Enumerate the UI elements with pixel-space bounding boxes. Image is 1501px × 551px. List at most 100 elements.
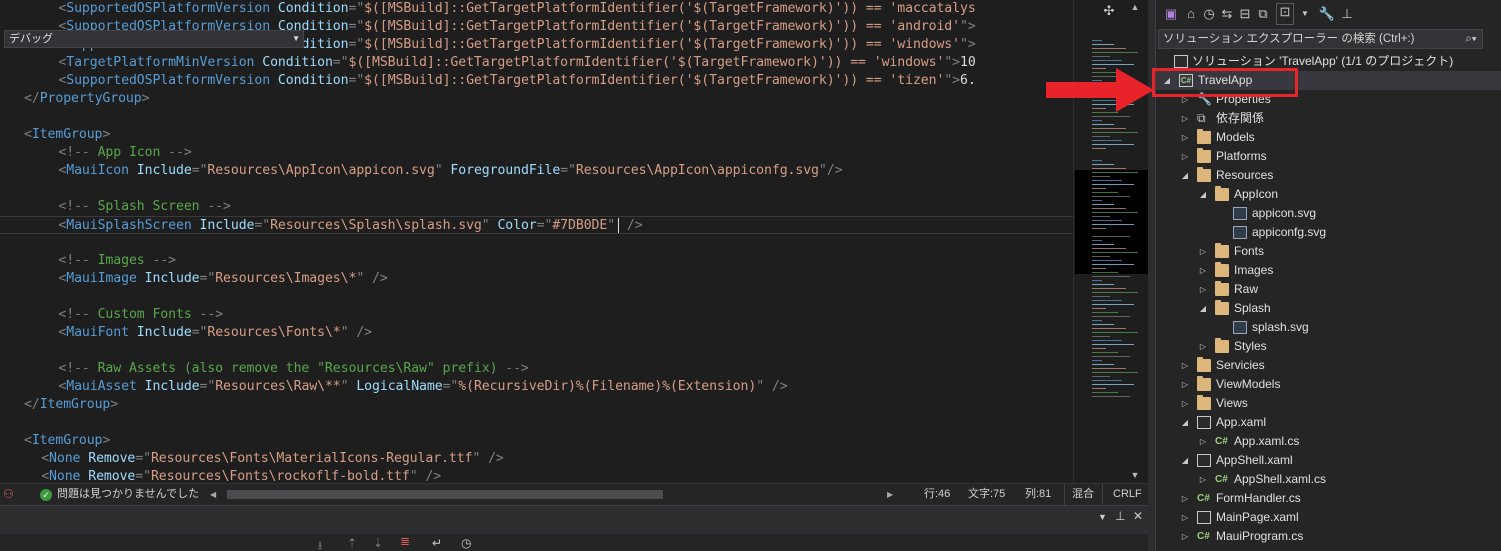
code-line[interactable]: <MauiSplashScreen Include="Resources\Spl… [0,216,1073,234]
tree-item[interactable]: ▷ Styles [1156,337,1501,356]
hscroll-left-icon[interactable]: ◀ [210,484,216,506]
search-icon[interactable]: ⌕▾ [1461,30,1481,48]
expanded-chevron-icon[interactable]: ◢ [1180,166,1190,185]
collapsed-chevron-icon[interactable]: ▷ [1198,337,1208,356]
code-line[interactable]: <MauiImage Include="Resources\Images\*" … [0,270,387,288]
switch-views-icon[interactable]: ▣ [1162,6,1180,22]
code-line[interactable]: <TargetPlatformMinVersion Condition="$([… [0,54,975,72]
tree-item[interactable]: ◢ App.xaml [1156,413,1501,432]
intellicode-icon[interactable]: ⚇ [3,484,14,506]
horizontal-scrollbar[interactable] [227,490,663,499]
find-message-icon[interactable]: ⭳ [318,536,322,551]
line-indicator[interactable]: 行:46 [924,484,950,506]
tree-item[interactable]: appicon.svg [1156,204,1501,223]
code-line[interactable]: <MauiIcon Include="Resources\AppIcon\app… [0,162,842,180]
pin-icon[interactable]: ⊥ [1115,509,1125,523]
split-editor-icon[interactable]: ✣ [1098,3,1120,19]
code-line[interactable]: <None Remove="Resources\Fonts\rockoflf-b… [0,468,441,483]
tree-item[interactable]: ▷ Raw [1156,280,1501,299]
preview-icon[interactable]: ⊡ [1276,3,1294,25]
home-icon[interactable]: ⌂ [1182,6,1200,22]
minimap-viewport[interactable] [1075,170,1148,274]
tree-item[interactable]: splash.svg [1156,318,1501,337]
collapsed-chevron-icon[interactable]: ▷ [1198,432,1208,451]
tree-item[interactable]: ▷ Fonts [1156,242,1501,261]
code-line[interactable]: </PropertyGroup> [0,90,150,108]
tree-item[interactable]: ▷ ViewModels [1156,375,1501,394]
code-line[interactable]: <MauiFont Include="Resources\Fonts\*" /> [0,324,372,342]
clear-all-icon[interactable]: ≣ [400,534,410,548]
word-wrap-icon[interactable]: ↵ [432,536,442,550]
tree-item[interactable]: ▷ C# FormHandler.cs [1156,489,1501,508]
code-line[interactable] [0,342,24,360]
pin-icon[interactable]: ⊥ [1338,6,1356,22]
collapsed-chevron-icon[interactable]: ▷ [1180,489,1190,508]
code-line[interactable] [0,414,24,432]
collapsed-chevron-icon[interactable]: ▷ [1180,375,1190,394]
column-indicator[interactable]: 列:81 [1025,484,1051,506]
code-line[interactable]: <ItemGroup> [0,432,110,450]
tree-item[interactable]: ▷ Platforms [1156,147,1501,166]
tree-item[interactable]: ▷ C# AppShell.xaml.cs [1156,470,1501,489]
tree-item[interactable]: ◢ Resources [1156,166,1501,185]
code-line[interactable]: <!-- App Icon --> [0,144,191,162]
collapsed-chevron-icon[interactable]: ▷ [1198,470,1208,489]
collapsed-chevron-icon[interactable]: ▷ [1180,394,1190,413]
collapsed-chevron-icon[interactable]: ▷ [1180,109,1190,128]
collapsed-chevron-icon[interactable]: ▷ [1180,356,1190,375]
code-line[interactable] [0,288,24,306]
collapsed-chevron-icon[interactable]: ▷ [1198,280,1208,299]
scroll-up-arrow-icon[interactable]: ▲ [1122,2,1148,22]
tree-item[interactable]: ▷ ⧉ 依存関係 [1156,109,1501,128]
tree-item[interactable]: ◢ AppIcon [1156,185,1501,204]
output-source-select[interactable]: デバッグ ▼ [4,30,304,48]
tree-item[interactable]: ▷ Servicies [1156,356,1501,375]
tree-item[interactable]: ◢ AppShell.xaml [1156,451,1501,470]
sync-icon[interactable]: ⇆ [1218,6,1236,22]
next-message-icon[interactable]: ⇣ [373,536,383,550]
expanded-chevron-icon[interactable]: ◢ [1198,185,1208,204]
code-line[interactable] [0,180,24,198]
tree-item[interactable]: appiconfg.svg [1156,223,1501,242]
collapse-all-icon[interactable]: ⊟ [1236,6,1254,22]
code-line[interactable]: <MauiAsset Include="Resources\Raw\**" Lo… [0,378,787,396]
tree-item[interactable]: ▷ Views [1156,394,1501,413]
collapsed-chevron-icon[interactable]: ▷ [1180,128,1190,147]
code-line[interactable]: <ItemGroup> [0,126,110,144]
expanded-chevron-icon[interactable]: ◢ [1180,451,1190,470]
code-line[interactable]: <!-- Custom Fonts --> [0,306,223,324]
history-icon[interactable]: ◷ [1200,6,1218,22]
code-editor[interactable]: <SupportedOSPlatformVersion Condition="$… [0,0,1073,483]
collapsed-chevron-icon[interactable]: ▷ [1198,242,1208,261]
code-line[interactable]: <None Remove="Resources\Fonts\MaterialIc… [0,450,504,468]
show-all-files-icon[interactable]: ⧉ [1254,6,1272,22]
code-line[interactable] [0,108,24,126]
code-line[interactable] [0,234,24,252]
close-icon[interactable]: ✕ [1133,509,1143,523]
whitespace-mode[interactable]: 混合 [1072,484,1094,506]
toolbar-dropdown-icon[interactable]: ▼ [1296,6,1314,22]
tree-item[interactable]: ▷ Images [1156,261,1501,280]
hscroll-right-icon[interactable]: ▶ [887,484,893,506]
properties-wrench-icon[interactable]: 🔧 [1318,6,1336,22]
code-line[interactable]: <!-- Raw Assets (also remove the "Resour… [0,360,528,378]
panel-dropdown-icon[interactable]: ▼ [1098,512,1107,522]
expanded-chevron-icon[interactable]: ◢ [1198,299,1208,318]
tree-item[interactable]: ▷ Models [1156,128,1501,147]
expanded-chevron-icon[interactable]: ◢ [1180,413,1190,432]
collapsed-chevron-icon[interactable]: ▷ [1180,147,1190,166]
tree-item[interactable]: ▷ C# App.xaml.cs [1156,432,1501,451]
collapsed-chevron-icon[interactable]: ▷ [1180,508,1190,527]
code-line[interactable]: <SupportedOSPlatformVersion Condition="$… [0,0,975,18]
code-line[interactable]: <SupportedOSPlatformVersion Condition="$… [0,72,975,90]
code-line[interactable]: </ItemGroup> [0,396,118,414]
prev-message-icon[interactable]: ⇡ [347,536,357,550]
code-line[interactable]: <!-- Splash Screen --> [0,198,231,216]
scroll-down-arrow-icon[interactable]: ▼ [1122,470,1148,482]
tree-item[interactable]: ▷ C# MauiProgram.cs [1156,527,1501,546]
collapsed-chevron-icon[interactable]: ▷ [1198,261,1208,280]
check-icon[interactable]: ✓ [40,489,52,501]
solution-search-input[interactable]: ソリューション エクスプローラー の検索 (Ctrl+:) ⌕▾ [1158,29,1483,49]
tree-item[interactable]: ◢ Splash [1156,299,1501,318]
collapsed-chevron-icon[interactable]: ▷ [1180,527,1190,546]
